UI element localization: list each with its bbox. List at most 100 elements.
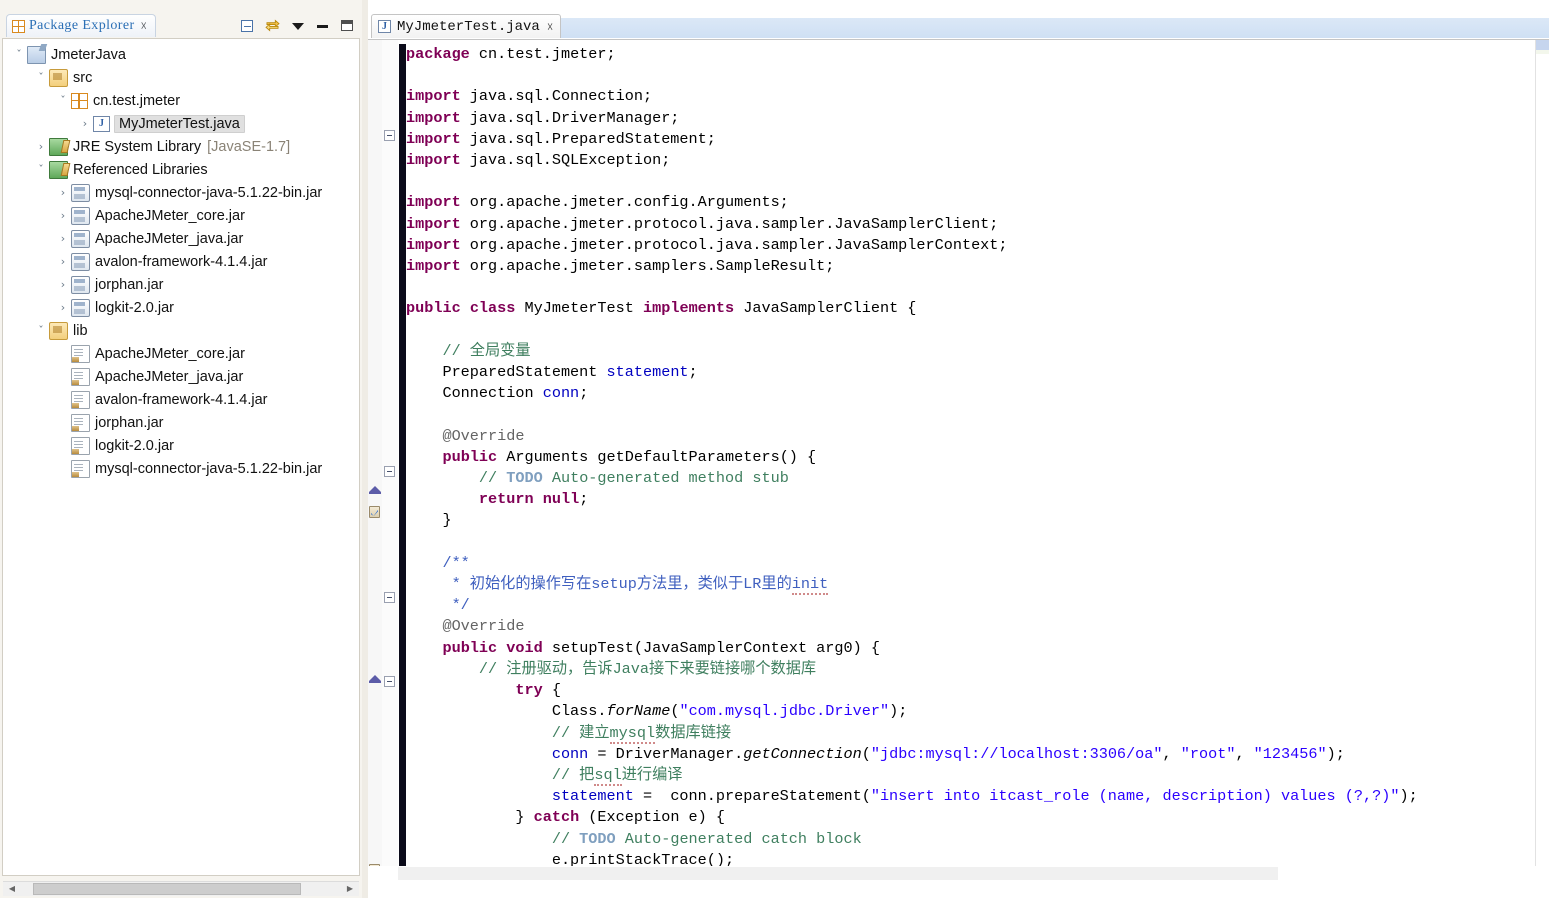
tree-item-apachejmeter-core-jar[interactable]: › ApacheJMeter_core.jar	[3, 204, 359, 227]
scroll-left-arrow-icon[interactable]: ◀	[5, 883, 19, 895]
tree-item-avalon-framework-4-1-4-jar[interactable]: avalon-framework-4.1.4.jar	[3, 388, 359, 411]
code-line[interactable]	[406, 65, 1536, 86]
code-token: java.sql.DriverManager;	[460, 108, 680, 127]
view-menu-icon[interactable]	[290, 18, 306, 34]
annotation-marker[interactable]	[1536, 50, 1549, 54]
code-line[interactable]: // 建立mysql数据库链接	[406, 723, 1536, 744]
override-marker-icon[interactable]	[369, 486, 381, 494]
collapse-arrow-icon[interactable]: ›	[55, 233, 71, 244]
code-line[interactable]: // 把sql进行编译	[406, 765, 1536, 786]
source-code[interactable]: package cn.test.jmeter; import java.sql.…	[406, 40, 1536, 882]
collapse-arrow-icon[interactable]: ›	[77, 118, 93, 129]
scrollbar-thumb[interactable]	[398, 867, 1278, 880]
code-line[interactable]: * 初始化的操作写在setup方法里，类似于LR里的init	[406, 574, 1536, 596]
code-line[interactable]: // TODO Auto-generated method stub	[406, 468, 1536, 489]
code-line[interactable]	[406, 171, 1536, 192]
code-line[interactable]: public Arguments getDefaultParameters() …	[406, 447, 1536, 468]
code-line[interactable]: import org.apache.jmeter.protocol.java.s…	[406, 214, 1536, 235]
code-viewport[interactable]: package cn.test.jmeter; import java.sql.…	[406, 40, 1536, 882]
tree-item-apachejmeter-java-jar[interactable]: ApacheJMeter_java.jar	[3, 365, 359, 388]
expand-arrow-icon[interactable]: ˇ	[55, 95, 71, 106]
package-explorer-tab[interactable]: Package Explorer ☓	[6, 14, 156, 37]
override-marker-icon[interactable]	[369, 675, 381, 683]
expand-arrow-icon[interactable]: ˇ	[33, 72, 49, 83]
code-line[interactable]: statement = conn.prepareStatement("inser…	[406, 786, 1536, 807]
minimize-icon[interactable]	[315, 18, 331, 34]
todo-task-marker-icon[interactable]	[369, 506, 380, 518]
code-line[interactable]: public void setupTest(JavaSamplerContext…	[406, 638, 1536, 659]
explorer-horizontal-scrollbar[interactable]: ◀ ▶	[3, 881, 359, 896]
scroll-right-arrow-icon[interactable]: ▶	[343, 883, 357, 895]
code-line[interactable]: /**	[406, 553, 1536, 574]
expand-arrow-icon[interactable]: ˇ	[11, 49, 27, 60]
code-line[interactable]	[406, 532, 1536, 553]
tree-item-jorphan-jar[interactable]: jorphan.jar	[3, 411, 359, 434]
editor-horizontal-scrollbar[interactable]	[368, 866, 1549, 882]
code-line[interactable]: import java.sql.Connection;	[406, 86, 1536, 107]
close-icon[interactable]: ☓	[141, 19, 147, 33]
code-line[interactable]	[406, 277, 1536, 298]
collapse-arrow-icon[interactable]: ›	[55, 210, 71, 221]
code-line[interactable]: public class MyJmeterTest implements Jav…	[406, 298, 1536, 319]
collapse-arrow-icon[interactable]: ›	[55, 256, 71, 267]
maximize-icon[interactable]	[340, 18, 356, 34]
collapse-arrow-icon[interactable]: ›	[33, 141, 49, 152]
code-line[interactable]: package cn.test.jmeter;	[406, 44, 1536, 65]
editor-marker-gutter[interactable]	[368, 40, 383, 882]
code-line[interactable]: PreparedStatement statement;	[406, 362, 1536, 383]
code-line[interactable]: return null;	[406, 489, 1536, 510]
editor-tab-myjmetertest[interactable]: J MyJmeterTest.java ☓	[371, 14, 562, 38]
tree-item-logkit-2-0-jar[interactable]: logkit-2.0.jar	[3, 434, 359, 457]
fold-collapse-icon[interactable]	[384, 676, 395, 687]
annotation-marker[interactable]	[1536, 40, 1549, 50]
tree-item-mysql-connector-java-5-1-22-bin-jar[interactable]: mysql-connector-java-5.1.22-bin.jar	[3, 457, 359, 480]
code-line[interactable]: */	[406, 595, 1536, 616]
tree-item-apachejmeter-core-jar[interactable]: ApacheJMeter_core.jar	[3, 342, 359, 365]
tree-item-jre-system-library[interactable]: › JRE System Library [JavaSE-1.7]	[3, 135, 359, 158]
editor-folding-gutter[interactable]	[382, 40, 398, 882]
code-line[interactable]	[406, 320, 1536, 341]
tree-item-referenced-libraries[interactable]: ˇ Referenced Libraries	[3, 158, 359, 181]
code-line[interactable]: conn = DriverManager.getConnection("jdbc…	[406, 744, 1536, 765]
collapse-arrow-icon[interactable]: ›	[55, 279, 71, 290]
code-line[interactable]: import java.sql.PreparedStatement;	[406, 129, 1536, 150]
link-with-editor-icon[interactable]	[265, 18, 281, 34]
code-line[interactable]: import java.sql.SQLException;	[406, 150, 1536, 171]
tree-item-avalon-framework-4-1-4-jar[interactable]: › avalon-framework-4.1.4.jar	[3, 250, 359, 273]
close-icon[interactable]: ☓	[547, 20, 553, 34]
fold-collapse-icon[interactable]	[384, 466, 395, 477]
code-line[interactable]: try {	[406, 680, 1536, 701]
fold-collapse-icon[interactable]	[384, 130, 395, 141]
code-line[interactable]	[406, 404, 1536, 425]
code-line[interactable]: // 注册驱动，告诉Java接下来要链接哪个数据库	[406, 659, 1536, 680]
tree-item-cn-test-jmeter[interactable]: ˇ cn.test.jmeter	[3, 89, 359, 112]
expand-arrow-icon[interactable]: ˇ	[33, 164, 49, 175]
code-line[interactable]: @Override	[406, 616, 1536, 637]
tree-item-logkit-2-0-jar[interactable]: › logkit-2.0.jar	[3, 296, 359, 319]
code-line[interactable]: import org.apache.jmeter.samplers.Sample…	[406, 256, 1536, 277]
code-line[interactable]: import java.sql.DriverManager;	[406, 108, 1536, 129]
code-line[interactable]: import org.apache.jmeter.protocol.java.s…	[406, 235, 1536, 256]
code-line[interactable]: @Override	[406, 426, 1536, 447]
code-line[interactable]: Connection conn;	[406, 383, 1536, 404]
tree-item-lib[interactable]: ˇ lib	[3, 319, 359, 342]
code-line[interactable]: }	[406, 510, 1536, 531]
tree-item-mysql-connector-java-5-1-22-bin-jar[interactable]: › mysql-connector-java-5.1.22-bin.jar	[3, 181, 359, 204]
annotation-overview-ruler[interactable]	[1535, 40, 1549, 882]
tree-item-jmeterjava[interactable]: ˇ JmeterJava	[3, 43, 359, 66]
expand-arrow-icon[interactable]: ˇ	[33, 325, 49, 336]
fold-collapse-icon[interactable]	[384, 592, 395, 603]
code-line[interactable]: // 全局变量	[406, 341, 1536, 362]
scrollbar-thumb[interactable]	[33, 883, 301, 895]
tree-item-jorphan-jar[interactable]: › jorphan.jar	[3, 273, 359, 296]
collapse-arrow-icon[interactable]: ›	[55, 302, 71, 313]
code-line[interactable]: import org.apache.jmeter.config.Argument…	[406, 192, 1536, 213]
code-line[interactable]: // TODO Auto-generated catch block	[406, 829, 1536, 850]
code-line[interactable]: Class.forName("com.mysql.jdbc.Driver");	[406, 701, 1536, 722]
tree-item-src[interactable]: ˇ src	[3, 66, 359, 89]
code-line[interactable]: } catch (Exception e) {	[406, 807, 1536, 828]
tree-item-myjmetertest-java[interactable]: › J MyJmeterTest.java	[3, 112, 359, 135]
collapse-all-icon[interactable]	[240, 18, 256, 34]
tree-item-apachejmeter-java-jar[interactable]: › ApacheJMeter_java.jar	[3, 227, 359, 250]
collapse-arrow-icon[interactable]: ›	[55, 187, 71, 198]
